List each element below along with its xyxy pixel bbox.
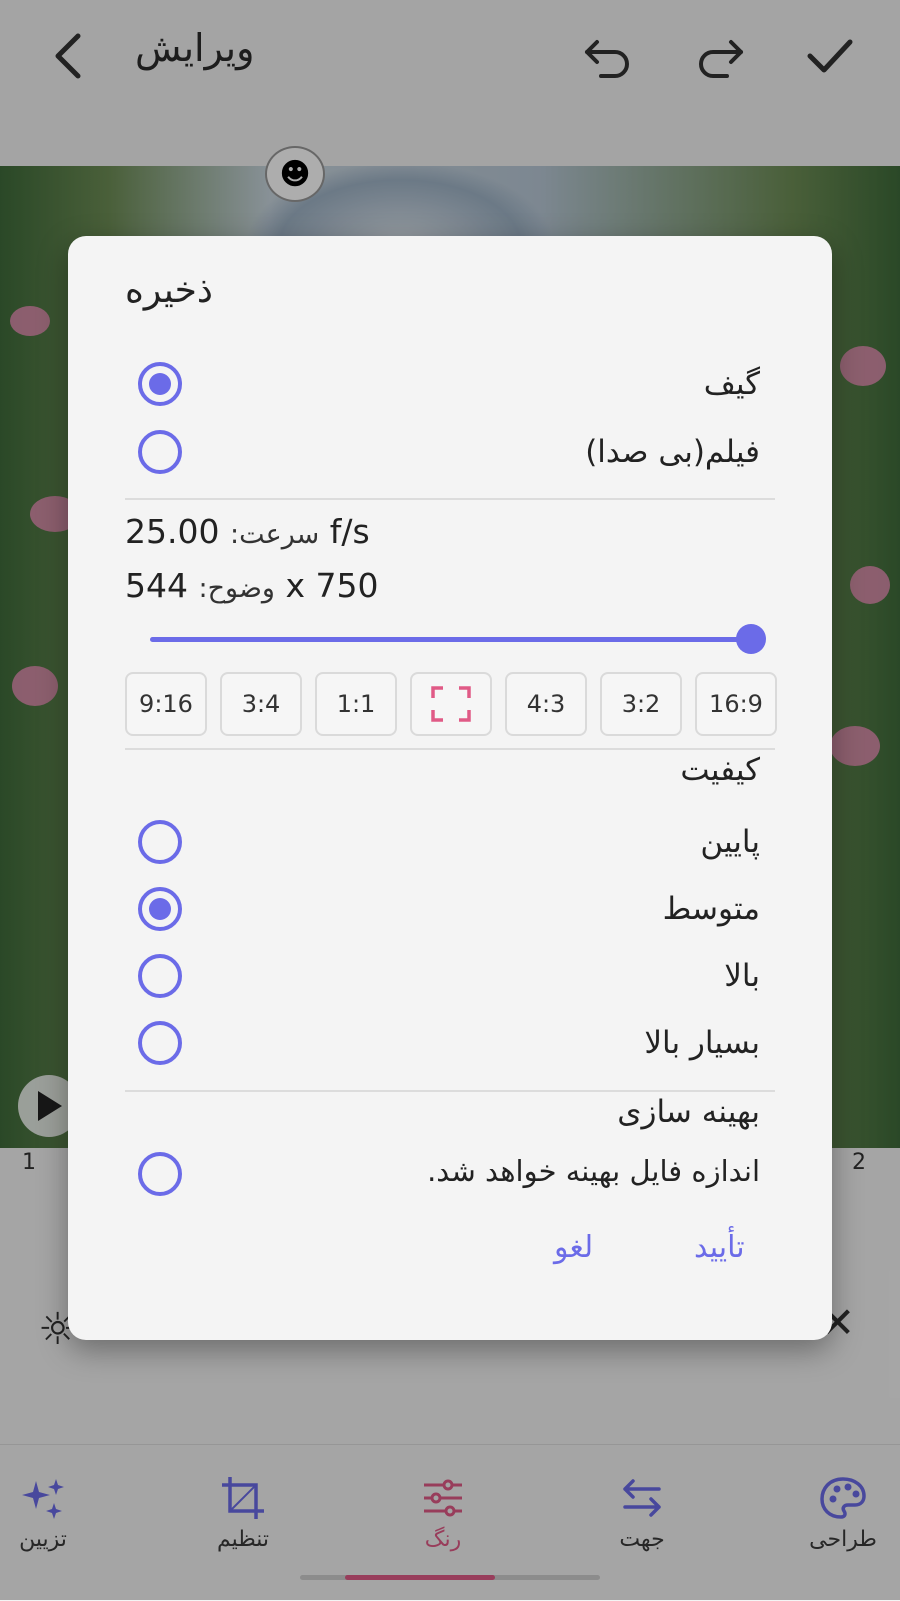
- optimize-option[interactable]: اندازه فایل بهینه خواهد شد.: [68, 1144, 832, 1210]
- ratio-3-4-button[interactable]: 3:4: [220, 672, 302, 736]
- radio-button[interactable]: [138, 1152, 182, 1196]
- save-dialog: ذخیره گیف فیلم(بی صدا) سرعت: 25.00 f/s و…: [68, 236, 832, 1340]
- quality-option-label: بسیار بالا: [644, 1025, 760, 1061]
- radio-button[interactable]: [138, 1021, 182, 1065]
- resolution-label: وضوح:: [198, 573, 275, 604]
- divider: [125, 748, 775, 750]
- divider: [125, 498, 775, 500]
- divider: [125, 1090, 775, 1092]
- quality-option-label: متوسط: [662, 891, 760, 927]
- quality-option-low[interactable]: پایین: [68, 812, 832, 878]
- format-option-gif[interactable]: گیف: [68, 354, 832, 420]
- quality-option-label: پایین: [700, 824, 760, 860]
- format-option-video[interactable]: فیلم(بی صدا): [68, 422, 832, 488]
- resolution-slider-thumb[interactable]: [736, 624, 766, 654]
- confirm-button[interactable]: تأیید: [694, 1230, 745, 1265]
- ratio-9-16-button[interactable]: 9:16: [125, 672, 207, 736]
- ratio-3-2-button[interactable]: 3:2: [600, 672, 682, 736]
- quality-heading: کیفیت: [680, 752, 760, 788]
- radio-button[interactable]: [138, 954, 182, 998]
- radio-button[interactable]: [138, 430, 182, 474]
- ratio-4-3-button[interactable]: 4:3: [505, 672, 587, 736]
- optimize-heading: بهینه سازی: [617, 1094, 760, 1130]
- resolution-slider-track[interactable]: [150, 637, 750, 642]
- quality-option-very-high[interactable]: بسیار بالا: [68, 1013, 832, 1079]
- quality-option-medium[interactable]: متوسط: [68, 879, 832, 945]
- resolution-info: وضوح: 544 x 750: [125, 566, 378, 605]
- format-option-label: فیلم(بی صدا): [585, 434, 760, 470]
- ratio-free-button[interactable]: [410, 672, 492, 736]
- format-option-label: گیف: [703, 366, 760, 402]
- speed-label: سرعت:: [229, 519, 320, 550]
- ratio-1-1-button[interactable]: 1:1: [315, 672, 397, 736]
- dialog-title: ذخیره: [125, 270, 213, 311]
- radio-button[interactable]: [138, 820, 182, 864]
- quality-option-high[interactable]: بالا: [68, 946, 832, 1012]
- cancel-button[interactable]: لغو: [554, 1230, 593, 1265]
- ratio-16-9-button[interactable]: 16:9: [695, 672, 777, 736]
- aspect-ratio-row: 9:16 3:4 1:1 4:3 3:2 16:9: [125, 672, 777, 738]
- speed-info: سرعت: 25.00 f/s: [125, 512, 370, 551]
- radio-button[interactable]: [138, 362, 182, 406]
- quality-option-label: بالا: [724, 958, 760, 994]
- optimize-description: اندازه فایل بهینه خواهد شد.: [427, 1154, 760, 1188]
- radio-button[interactable]: [138, 887, 182, 931]
- fit-frame-icon: [431, 686, 471, 722]
